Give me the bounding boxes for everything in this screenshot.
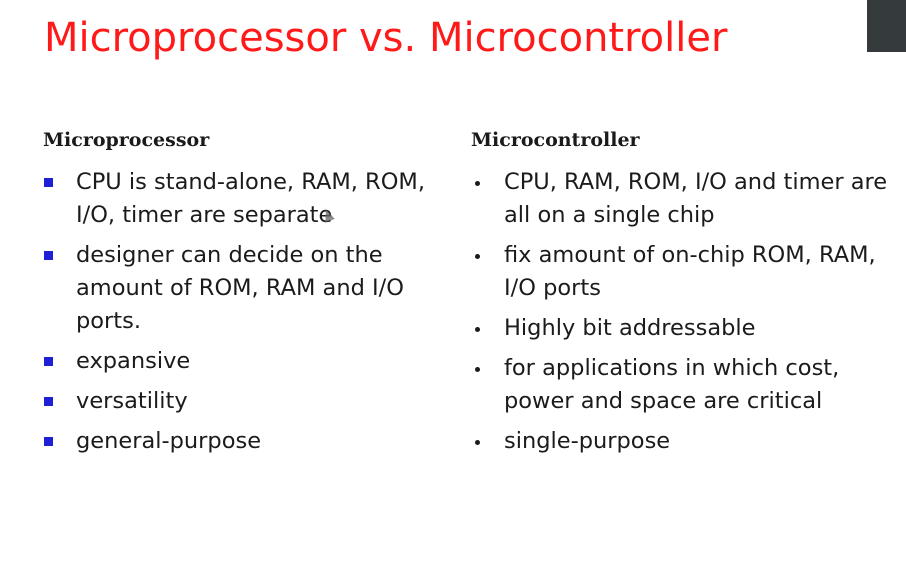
list-item: designer can decide on the amount of ROM… (43, 239, 443, 338)
microcontroller-column: Microcontroller CPU, RAM, ROM, I/O and t… (471, 124, 891, 465)
square-bullet-icon (44, 178, 53, 187)
dot-bullet-icon (475, 181, 480, 186)
microprocessor-heading: Microprocessor (43, 129, 210, 151)
list-item: CPU is stand-alone, RAM, ROM, I/O, timer… (43, 166, 443, 232)
list-item-text: fix amount of on-chip ROM, RAM, I/O port… (504, 242, 876, 301)
square-bullet-icon (44, 397, 53, 406)
list-item-text: single-purpose (504, 428, 671, 454)
dot-bullet-icon (475, 440, 480, 445)
square-bullet-icon (44, 357, 53, 366)
list-item-text: designer can decide on the amount of ROM… (76, 242, 404, 334)
list-item: CPU, RAM, ROM, I/O and timer are all on … (471, 166, 891, 232)
list-item-text: Highly bit addressable (504, 315, 756, 341)
dot-bullet-icon (475, 254, 480, 259)
list-item-text: CPU, RAM, ROM, I/O and timer are all on … (504, 169, 888, 228)
dot-bullet-icon (475, 367, 480, 372)
list-item: for applications in which cost, power an… (471, 352, 891, 418)
list-item-text: for applications in which cost, power an… (504, 355, 840, 414)
list-item: versatility (43, 385, 443, 418)
microprocessor-list: CPU is stand-alone, RAM, ROM, I/O, timer… (43, 166, 443, 458)
microprocessor-column: Microprocessor CPU is stand-alone, RAM, … (43, 124, 443, 465)
square-bullet-icon (44, 251, 53, 260)
list-item: expansive (43, 345, 443, 378)
list-item: fix amount of on-chip ROM, RAM, I/O port… (471, 239, 891, 305)
slide: Microprocessor vs. Microcontroller Micro… (0, 0, 906, 586)
list-item-text: expansive (76, 348, 191, 374)
list-item: single-purpose (471, 425, 891, 458)
microcontroller-heading: Microcontroller (471, 129, 640, 151)
list-item-text: general-purpose (76, 428, 262, 454)
dot-bullet-icon (475, 327, 480, 332)
list-item-text: versatility (76, 388, 188, 414)
window-corner-overlay (867, 0, 906, 52)
list-item-text: CPU is stand-alone, RAM, ROM, I/O, timer… (76, 169, 425, 228)
microcontroller-list: CPU, RAM, ROM, I/O and timer are all on … (471, 166, 891, 458)
list-item: general-purpose (43, 425, 443, 458)
list-item: Highly bit addressable (471, 312, 891, 345)
slide-title: Microprocessor vs. Microcontroller (44, 15, 728, 61)
square-bullet-icon (44, 437, 53, 446)
